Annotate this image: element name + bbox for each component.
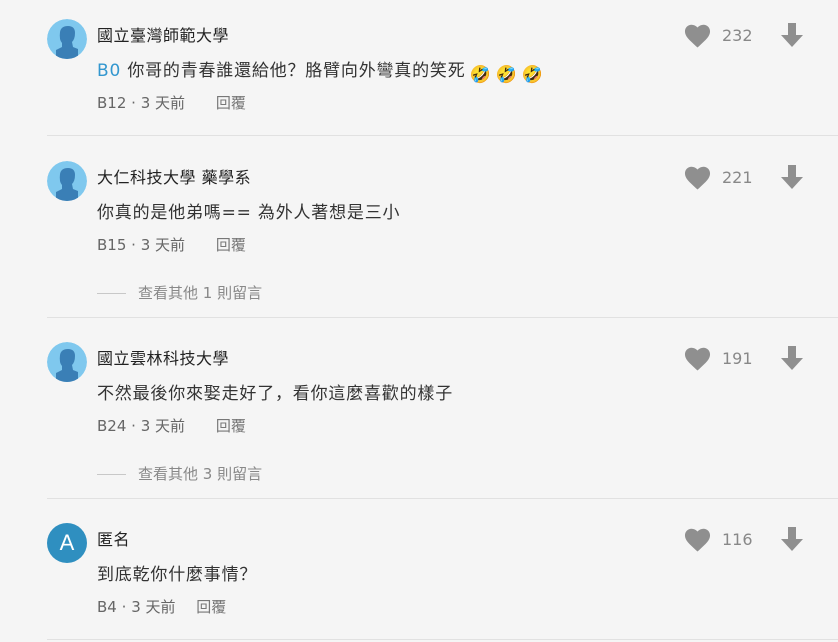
person-avatar-icon: [47, 19, 87, 59]
like-count: 221: [722, 168, 753, 187]
comment-body: B0 你哥的青春誰還給他？胳臂向外彎真的笑死 🤣 🤣 🤣: [97, 56, 543, 85]
comment-item: 國立雲林科技大學 不然最後你來娶走好了，看你這麼喜歡的樣子 B24 · 3 天前…: [0, 323, 838, 499]
meta-separator: ·: [131, 417, 136, 435]
heart-icon[interactable]: [684, 528, 711, 552]
view-more-replies[interactable]: 查看其他 3 則留言: [97, 463, 262, 484]
comment-text: 你真的是他弟嗎== 為外人著想是三小: [97, 203, 401, 223]
floor-number: B15: [97, 236, 127, 254]
divider: [47, 498, 838, 499]
comment-time: 3 天前: [131, 598, 176, 616]
more-replies-line: [97, 293, 126, 294]
meta-separator: ·: [121, 598, 127, 616]
more-replies-label[interactable]: 查看其他 3 則留言: [138, 465, 262, 483]
person-avatar-icon: [47, 342, 87, 382]
comment-author[interactable]: 大仁科技大學 藥學系: [97, 164, 251, 188]
floor-number: B24: [97, 417, 127, 435]
meta-separator: ·: [131, 94, 136, 112]
divider: [47, 135, 838, 136]
avatar[interactable]: [47, 342, 87, 382]
comment-time: 3 天前: [140, 236, 186, 254]
comment-text: 你哥的青春誰還給他？胳臂向外彎真的笑死: [127, 61, 466, 81]
comment-time: 3 天前: [140, 94, 186, 112]
arrow-down-icon[interactable]: [779, 526, 805, 552]
comment-body: 你真的是他弟嗎== 為外人著想是三小: [97, 198, 400, 223]
comment-text: 到底乾你什麼事情？: [97, 565, 258, 585]
rofl-emoji-icon: 🤣: [521, 65, 544, 85]
arrow-down-icon[interactable]: [779, 164, 805, 190]
like-count: 232: [722, 26, 753, 45]
floor-number: B4: [97, 598, 117, 616]
comment-meta: B15 · 3 天前 回覆: [97, 234, 246, 255]
comment-body: 不然最後你來娶走好了，看你這麼喜歡的樣子: [97, 379, 453, 404]
comment-item: 大仁科技大學 藥學系 你真的是他弟嗎== 為外人著想是三小 B15 · 3 天前…: [0, 142, 838, 318]
reply-button[interactable]: 回覆: [216, 417, 246, 435]
heart-icon[interactable]: [684, 24, 711, 48]
more-replies-label[interactable]: 查看其他 1 則留言: [138, 284, 262, 302]
comment-author[interactable]: 國立臺灣師範大學: [97, 22, 229, 46]
comment-meta: B12 · 3 天前 回覆: [97, 92, 246, 113]
like-count: 116: [722, 530, 753, 549]
floor-mention-link[interactable]: B0: [97, 61, 121, 81]
rofl-emoji-icon: 🤣: [469, 65, 492, 85]
comment-text: 不然最後你來娶走好了，看你這麼喜歡的樣子: [97, 384, 453, 404]
heart-icon[interactable]: [684, 347, 711, 371]
comment-list: 國立臺灣師範大學 B0 你哥的青春誰還給他？胳臂向外彎真的笑死 🤣 🤣 🤣 B12 ·…: [0, 0, 838, 642]
meta-separator: ·: [131, 236, 136, 254]
comment-meta: B24 · 3 天前 回覆: [97, 415, 246, 436]
more-replies-line: [97, 474, 126, 475]
reply-button[interactable]: 回覆: [196, 598, 226, 616]
comment-item: 國立臺灣師範大學 B0 你哥的青春誰還給他？胳臂向外彎真的笑死 🤣 🤣 🤣 B12 ·…: [0, 0, 838, 136]
comment-meta: B4 · 3 天前 回覆: [97, 596, 226, 617]
comment-body: 到底乾你什麼事情？: [97, 560, 257, 585]
avatar[interactable]: [47, 19, 87, 59]
view-more-replies[interactable]: 查看其他 1 則留言: [97, 282, 262, 303]
reply-button[interactable]: 回覆: [216, 94, 246, 112]
heart-icon[interactable]: [684, 166, 711, 190]
divider: [47, 639, 838, 640]
like-count: 191: [722, 349, 753, 368]
avatar[interactable]: A: [47, 523, 87, 563]
reply-button[interactable]: 回覆: [216, 236, 246, 254]
person-avatar-icon: [47, 161, 87, 201]
avatar[interactable]: [47, 161, 87, 201]
arrow-down-icon[interactable]: [779, 345, 805, 371]
floor-number: B12: [97, 94, 127, 112]
divider: [47, 317, 838, 318]
arrow-down-icon[interactable]: [779, 22, 805, 48]
comment-item: A 匿名 到底乾你什麼事情？ B4 · 3 天前 回覆 116: [0, 504, 838, 640]
comment-author[interactable]: 匿名: [97, 526, 130, 550]
comment-author[interactable]: 國立雲林科技大學: [97, 345, 229, 369]
rofl-emoji-icon: 🤣: [495, 65, 518, 85]
comment-time: 3 天前: [140, 417, 186, 435]
